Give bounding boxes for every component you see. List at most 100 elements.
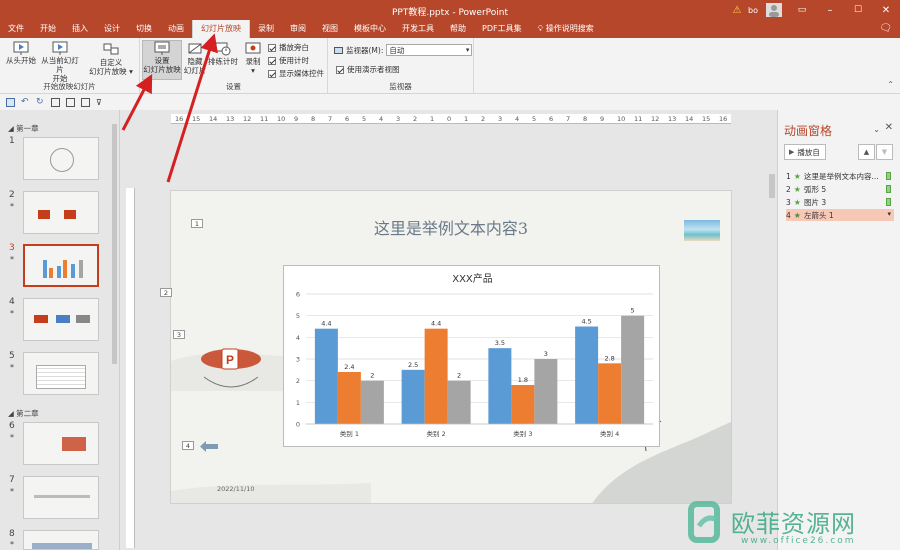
animation-tag-3[interactable]: 3 (173, 330, 185, 339)
animation-tag-2[interactable]: 2 (160, 288, 172, 297)
slide-thumbnail-2[interactable] (23, 191, 99, 234)
customize-qat-icon[interactable]: ⊽ (96, 98, 105, 107)
animation-item[interactable]: 2 ★ 弧形 5 (786, 183, 894, 195)
tab-help[interactable]: 帮助 (442, 20, 474, 38)
tab-animations[interactable]: 动画 (160, 20, 192, 38)
slide-thumbnail-3[interactable] (23, 244, 99, 287)
custom-slideshow-label-2: 幻灯片放映 (89, 67, 127, 76)
warning-icon[interactable]: ⚠ (728, 5, 746, 16)
tab-file[interactable]: 文件 (0, 20, 32, 38)
tab-slideshow[interactable]: 幻灯片放映 (192, 20, 250, 38)
animation-item-selected[interactable]: 4 ★ 左箭头 1 ▾ (786, 209, 894, 221)
transition-star-icon: * (10, 487, 14, 496)
slide-title[interactable]: 这里是举例文本内容3 (171, 215, 731, 239)
checkbox-box (268, 69, 276, 78)
from-current-icon (52, 41, 68, 55)
tab-insert[interactable]: 插入 (64, 20, 96, 38)
tab-pdf-tools[interactable]: PDF工具集 (474, 20, 530, 38)
custom-slideshow-button[interactable]: 自定义 幻灯片放映 ▾ (88, 43, 134, 76)
slide-thumbnail-6[interactable] (23, 422, 99, 465)
watermark-brand: 欧菲资源网 (731, 510, 856, 538)
maximize-icon[interactable]: ☐ (844, 5, 872, 15)
presenter-view-checkbox[interactable]: 使用演示者视图 (336, 64, 400, 75)
animation-tag-1[interactable]: 1 (191, 219, 203, 228)
undo-icon[interactable]: ↶ (21, 97, 30, 107)
record-chevron-icon: ▾ (251, 66, 255, 75)
play-icon: ▶ (789, 148, 795, 156)
comments-icon[interactable]: 🗨︎ (879, 23, 892, 34)
ruler-tick-label: 12 (651, 115, 660, 123)
setup-slideshow-button[interactable]: 设置 幻灯片放映 (142, 40, 182, 80)
monitor-select[interactable]: 自动 ▾ (386, 44, 473, 56)
animation-item[interactable]: 3 ★ 图片 3 (786, 196, 894, 208)
slide-number: 7 (9, 475, 15, 485)
landscape-picture[interactable] (684, 220, 720, 241)
section-header[interactable]: ◢ 第一章 (8, 123, 39, 134)
avatar[interactable] (766, 3, 782, 17)
section-title: 第一章 (16, 124, 39, 133)
close-pane-icon[interactable]: ✕ (885, 122, 893, 133)
move-down-button[interactable]: ▼ (876, 144, 893, 160)
slide-thumbnail-5[interactable] (23, 352, 99, 395)
y-tick-label: 0 (296, 421, 300, 429)
slide-thumbnail-7[interactable] (23, 476, 99, 519)
data-label: 2.5 (408, 361, 418, 369)
star-icon: ★ (793, 171, 801, 181)
tab-review[interactable]: 审阅 (282, 20, 314, 38)
record-button[interactable]: 录制 ▾ (242, 42, 264, 75)
picture-icon[interactable] (81, 97, 90, 107)
rehearse-timings-button[interactable]: 排练计时 (206, 42, 240, 66)
animation-tag-4[interactable]: 4 (182, 441, 194, 450)
redo-icon[interactable]: ↻ (36, 97, 45, 107)
tab-home[interactable]: 开始 (32, 20, 64, 38)
ruler-tick-label: 6 (549, 115, 554, 123)
slide-thumbnail-8[interactable] (23, 530, 99, 550)
from-beginning-button[interactable]: 从头开始 (6, 41, 36, 65)
record-icon (245, 42, 261, 54)
tab-record[interactable]: 录制 (250, 20, 282, 38)
slide-canvas[interactable]: 这里是举例文本内容3 1 2 4 P 2022/11/10 XXX产品 0 1 2 3 4… (170, 190, 732, 504)
animation-item-label: 这里是举例文本内容... (803, 171, 879, 181)
restore-ribbon-icon[interactable]: ▭ (788, 5, 816, 15)
use-timings-checkbox[interactable]: 使用计时 (268, 55, 309, 66)
tab-developer[interactable]: 开发工具 (394, 20, 442, 38)
animation-item-number: 1 (786, 171, 791, 181)
play-narrations-checkbox[interactable]: 播放旁白 (268, 42, 309, 53)
slide-thumbnail-4[interactable] (23, 298, 99, 341)
close-icon[interactable]: ✕ (872, 5, 900, 16)
chart-bar (337, 372, 361, 424)
animation-item[interactable]: 1 ★ 这里是举例文本内容... (786, 170, 894, 182)
tab-transitions[interactable]: 切换 (128, 20, 160, 38)
pane-options-icon[interactable]: ⌄ (873, 125, 880, 134)
chart-object[interactable]: XXX产品 0 1 2 3 4 5 6 4.4 2.4 2 类别 1 2.5 4.4 2 类别 2 3.5 1.8… (283, 265, 660, 447)
data-label: 5 (631, 307, 635, 315)
ruler-tick-label: 9 (600, 115, 605, 123)
scrollbar-thumb[interactable] (112, 124, 117, 364)
chevron-down-icon[interactable]: ▾ (887, 210, 891, 218)
editor-scrollbar[interactable] (769, 174, 775, 198)
move-up-button[interactable]: ▲ (858, 144, 875, 160)
left-arrow-shape[interactable] (200, 441, 218, 452)
show-media-controls-label: 显示媒体控件 (279, 69, 324, 78)
user-name[interactable]: bo (746, 6, 760, 15)
slide-thumbnail-1[interactable] (23, 137, 99, 180)
slides-scrollbar[interactable] (111, 124, 117, 534)
from-beginning-icon (13, 41, 29, 55)
from-current-button[interactable]: 从当前幻灯片 开始 (38, 41, 82, 83)
save-icon[interactable] (6, 97, 15, 107)
hide-slide-button[interactable]: 隐藏 幻灯片 (183, 42, 207, 75)
slideshow-icon[interactable] (51, 97, 60, 107)
section-header[interactable]: ◢ 第二章 (8, 408, 39, 419)
x-tick-label: 类别 1 (340, 429, 359, 438)
powerpoint-logo-graphic[interactable]: P (196, 343, 266, 393)
tab-templates[interactable]: 模板中心 (346, 20, 394, 38)
tab-view[interactable]: 视图 (314, 20, 346, 38)
collapse-ribbon-icon[interactable]: ⌃ (887, 80, 894, 89)
tab-search[interactable]: 💡︎ 操作说明搜索 (530, 20, 602, 38)
minimize-icon[interactable]: – (816, 5, 844, 16)
new-slide-icon[interactable] (66, 97, 75, 107)
play-from-button[interactable]: ▶ 播放自 (784, 144, 826, 160)
show-media-controls-checkbox[interactable]: 显示媒体控件 (268, 68, 324, 79)
tab-design[interactable]: 设计 (96, 20, 128, 38)
transition-star-icon: * (10, 540, 14, 549)
